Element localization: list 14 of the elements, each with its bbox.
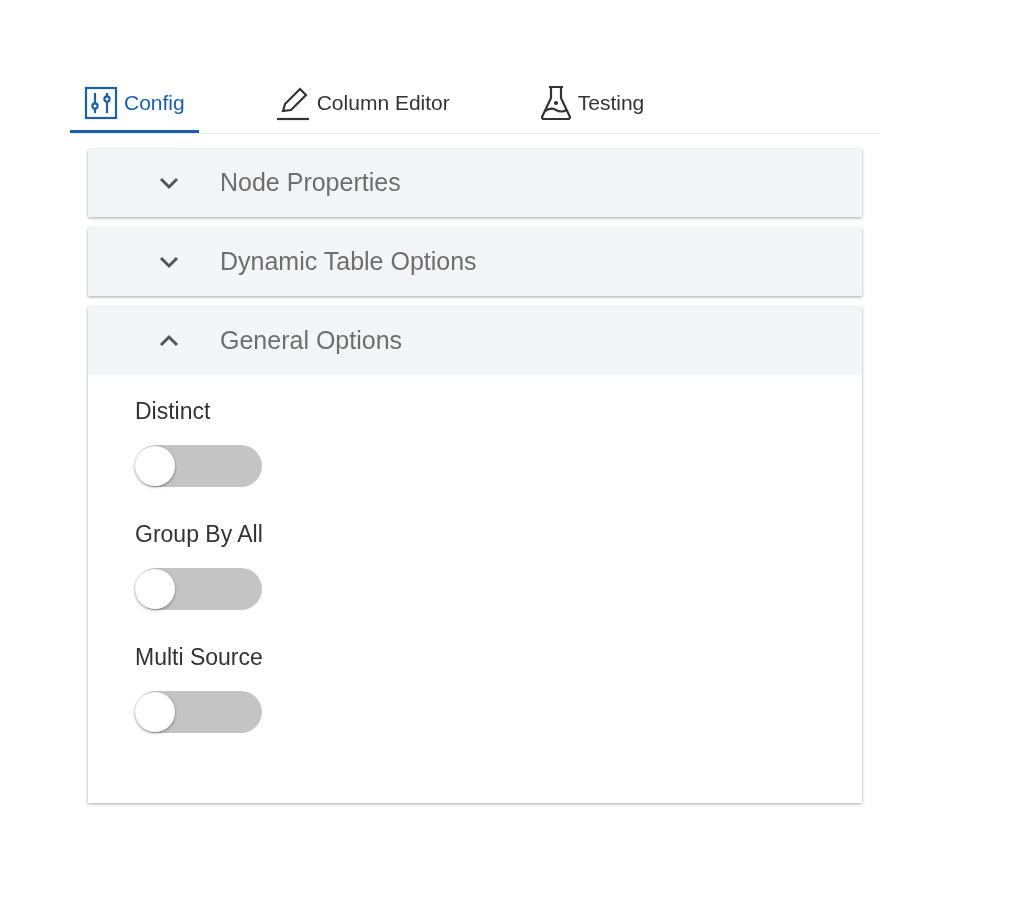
panel-header[interactable]: General Options — [88, 307, 862, 375]
flask-icon — [539, 84, 572, 121]
tab[interactable]: Column Editor — [260, 75, 464, 133]
sliders-icon — [84, 85, 118, 120]
tab[interactable]: Testing — [525, 75, 659, 133]
panel-header[interactable]: Dynamic Table Options — [88, 228, 862, 296]
option-label: Multi Source — [135, 643, 264, 671]
panel-header[interactable]: Node Properties — [88, 149, 862, 217]
toggle-switch[interactable] — [135, 568, 262, 610]
option-label: Group By All — [135, 520, 264, 548]
option-label: Distinct — [135, 397, 212, 425]
tab[interactable]: Config — [70, 75, 199, 133]
toggle-switch[interactable] — [135, 445, 262, 487]
toggle-switch[interactable] — [135, 691, 262, 733]
